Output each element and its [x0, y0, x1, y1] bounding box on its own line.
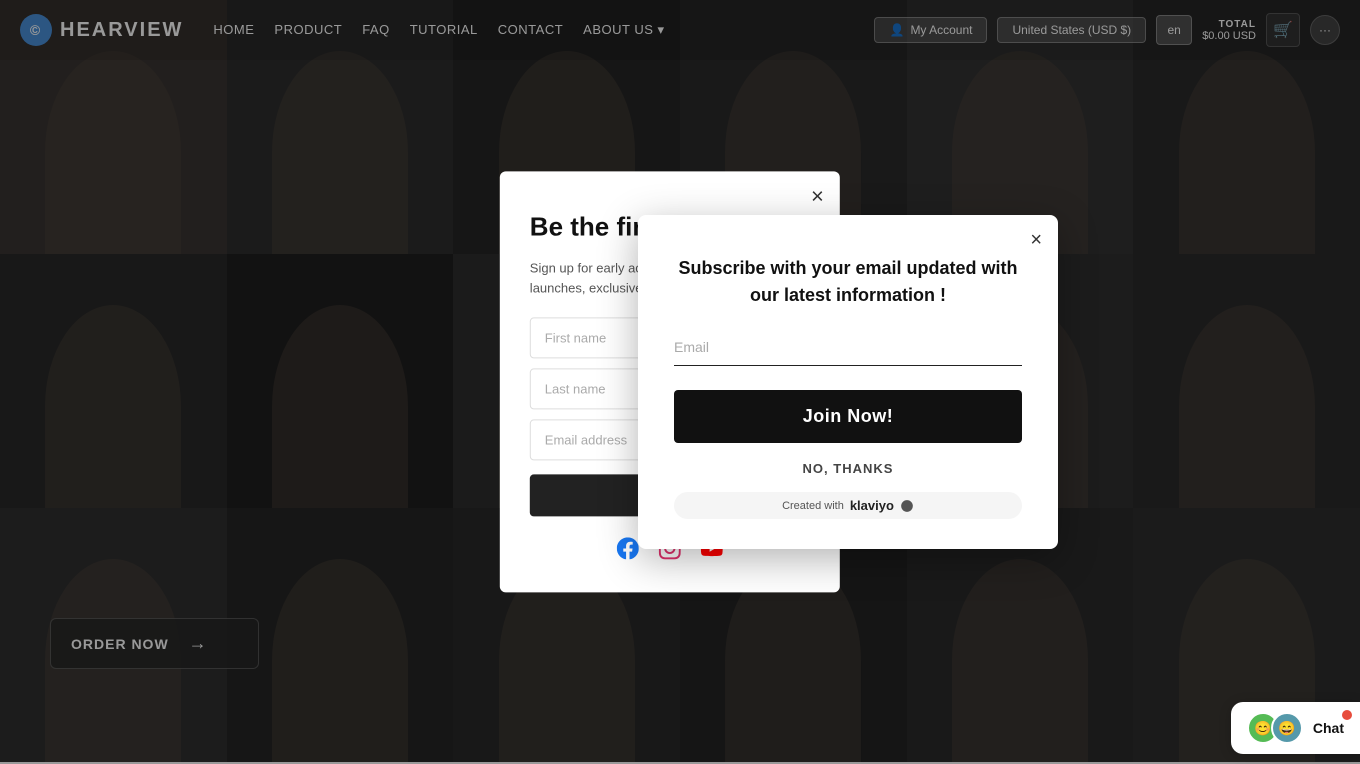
- join-now-button[interactable]: Join Now!: [674, 390, 1022, 443]
- subscribe-modal: × Subscribe with your email updated with…: [638, 215, 1058, 549]
- close-button[interactable]: ×: [811, 185, 824, 207]
- email-input[interactable]: [674, 329, 1022, 366]
- chat-label: Chat: [1313, 720, 1344, 736]
- close-button[interactable]: ×: [1030, 229, 1042, 252]
- chat-notification-dot: [1342, 710, 1352, 720]
- no-thanks-link[interactable]: NO, THANKS: [674, 461, 1022, 476]
- klaviyo-logo: klaviyo: [850, 498, 894, 513]
- subscribe-modal-title: Subscribe with your email updated with o…: [674, 255, 1022, 309]
- chat-avatar-2: 😄: [1271, 712, 1303, 744]
- klaviyo-badge: Created with klaviyo: [674, 492, 1022, 519]
- chat-widget[interactable]: 😊 😄 Chat: [1231, 702, 1360, 754]
- chat-avatar-group: 😊 😄: [1247, 712, 1303, 744]
